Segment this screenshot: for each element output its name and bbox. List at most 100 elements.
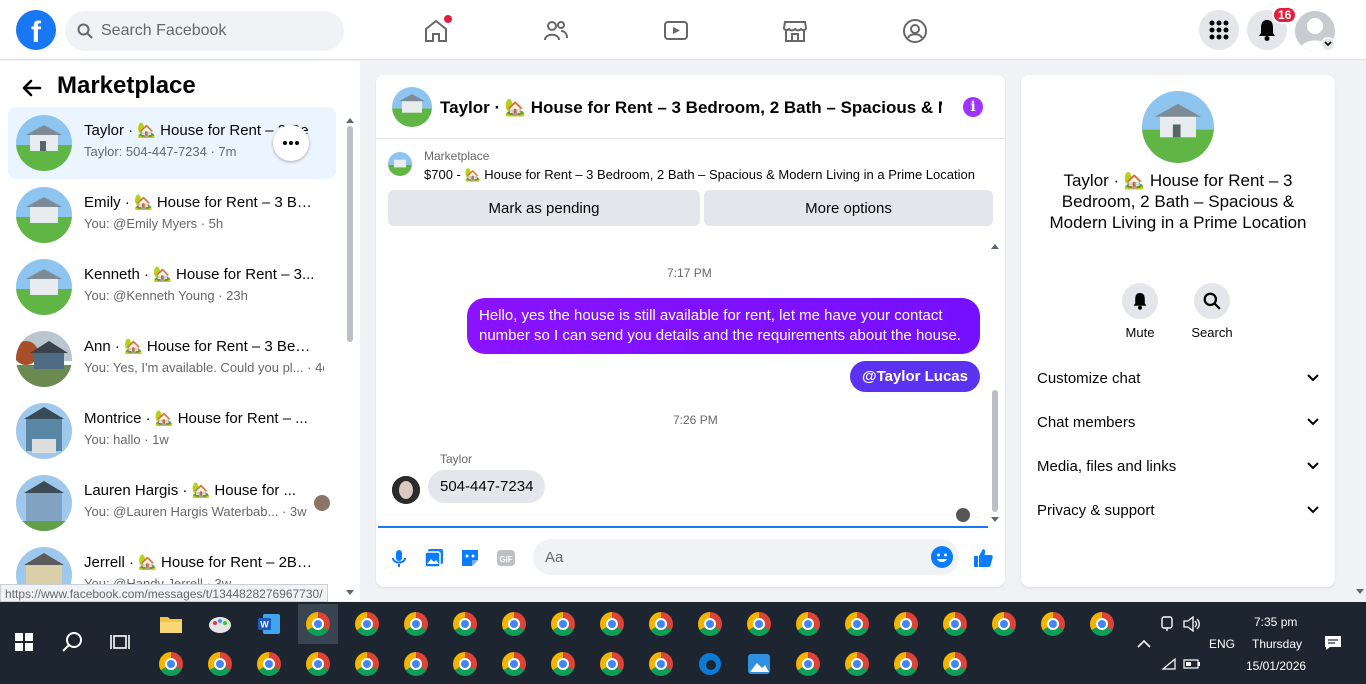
chat-title[interactable]: Taylor · 🏡 House for Rent – 3 Bedroom, 2… [440,98,942,118]
chrome-taskbar-icon[interactable] [347,604,387,644]
language-indicator[interactable]: ENG [1209,637,1235,651]
battery-icon[interactable] [1183,658,1201,670]
chrome-taskbar-icon[interactable] [837,644,877,684]
chrome-taskbar-icon[interactable] [641,644,681,684]
chrome-taskbar-icon[interactable] [1082,604,1122,644]
listing-thumbnail[interactable] [388,152,412,176]
chrome-taskbar-icon[interactable] [984,604,1024,644]
chrome-taskbar-icon[interactable] [543,644,583,684]
more-options-button[interactable]: More options [704,190,993,226]
groups-icon[interactable] [902,18,928,44]
search-box[interactable] [65,11,344,51]
message-scrollbar[interactable] [988,240,1002,522]
edge-taskbar-icon[interactable] [690,644,730,684]
info-icon[interactable]: i [963,97,983,117]
chrome-taskbar-icon[interactable] [396,604,436,644]
chrome-taskbar-icon[interactable] [788,604,828,644]
chevron-up-icon[interactable] [1137,638,1151,648]
chrome-taskbar-icon[interactable] [445,604,485,644]
mute-button[interactable]: Mute [1110,283,1170,340]
chrome-taskbar-icon[interactable] [690,604,730,644]
photos-taskbar-icon[interactable] [739,644,779,684]
scrollbar-thumb[interactable] [347,126,353,342]
conversation-options-button[interactable] [273,125,309,161]
chrome-taskbar-icon[interactable] [151,644,191,684]
search-input[interactable] [101,22,321,40]
listing-description[interactable]: $700 - 🏡 House for Rent – 3 Bedroom, 2 B… [424,167,975,183]
paint-taskbar-icon[interactable] [200,604,240,644]
sticker-icon[interactable] [459,547,481,569]
chrome-taskbar-icon[interactable] [1033,604,1073,644]
media-files-links-row[interactable]: Media, files and links [1029,444,1327,488]
conversation-item-emily[interactable]: Emily · 🏡 House for Rent – 3 Be... You: … [8,179,336,251]
conversation-item-montrice[interactable]: Montrice · 🏡 House for Rent – ... You: h… [8,395,336,467]
conversation-item-taylor[interactable]: Taylor · 🏡 House for Rent – 3 Be Taylor:… [8,107,336,179]
clock-time[interactable]: 7:35 pm [1254,615,1297,629]
facebook-logo[interactable]: f [16,10,56,50]
conversation-item-ann[interactable]: Ann · 🏡 House for Rent – 3 Bed... You: Y… [8,323,336,395]
chrome-taskbar-icon[interactable] [886,644,926,684]
chrome-taskbar-icon[interactable] [935,604,975,644]
customize-chat-row[interactable]: Customize chat [1029,356,1327,400]
gif-icon[interactable]: GIF [495,547,517,569]
contact-avatar[interactable] [1142,91,1214,163]
menu-button[interactable] [1199,10,1239,50]
chrome-taskbar-icon[interactable] [298,644,338,684]
scroll-down-icon[interactable] [1354,588,1366,596]
scroll-down-icon[interactable] [344,589,356,597]
thumbs-up-icon[interactable] [972,547,994,569]
search-in-chat-button[interactable]: Search [1182,283,1242,340]
message-input[interactable] [545,548,905,566]
chrome-taskbar-icon[interactable] [592,644,632,684]
chrome-taskbar-icon[interactable] [788,644,828,684]
chrome-taskbar-icon[interactable] [543,604,583,644]
chrome-taskbar-icon-active[interactable] [298,604,338,644]
conversation-item-lauren[interactable]: Lauren Hargis · 🏡 House for ... You: @La… [8,467,336,539]
chrome-taskbar-icon[interactable] [837,604,877,644]
conversation-item-kenneth[interactable]: Kenneth · 🏡 House for Rent – 3... You: @… [8,251,336,323]
volume-icon[interactable] [1183,616,1201,632]
chat-members-row[interactable]: Chat members [1029,400,1327,444]
friends-icon[interactable] [543,18,569,44]
account-caret[interactable] [1321,37,1335,51]
action-center-icon[interactable] [1324,635,1342,651]
message-input-box[interactable] [533,539,959,575]
start-button[interactable] [4,622,44,662]
clock-date[interactable]: 15/01/2026 [1246,659,1306,673]
device-icon[interactable] [1160,616,1174,632]
chrome-taskbar-icon[interactable] [494,644,534,684]
task-view-button[interactable] [100,622,140,662]
clock-day[interactable]: Thursday [1252,637,1302,651]
chrome-taskbar-icon[interactable] [249,644,289,684]
photo-icon[interactable] [423,547,445,569]
chrome-taskbar-icon[interactable] [886,604,926,644]
page-scrollbar[interactable] [1354,60,1366,600]
marketplace-icon[interactable] [782,18,808,44]
chat-avatar[interactable] [392,87,432,127]
chrome-taskbar-icon[interactable] [739,604,779,644]
incoming-message[interactable]: 504-447-7234 [428,470,546,503]
file-explorer-taskbar-icon[interactable] [151,604,191,644]
chrome-taskbar-icon[interactable] [347,644,387,684]
chrome-taskbar-icon[interactable] [445,644,485,684]
watch-icon[interactable] [663,18,689,44]
taskbar-search-button[interactable] [52,622,92,662]
outgoing-mention-message[interactable]: @Taylor Lucas [849,361,980,392]
mark-as-pending-button[interactable]: Mark as pending [388,190,700,226]
chrome-taskbar-icon[interactable] [396,644,436,684]
scroll-up-icon[interactable] [344,116,356,124]
outgoing-message[interactable]: Hello, yes the house is still available … [467,298,980,354]
word-taskbar-icon[interactable]: W [249,604,289,644]
chrome-taskbar-icon[interactable] [494,604,534,644]
scrollbar-thumb[interactable] [992,390,998,512]
privacy-support-row[interactable]: Privacy & support [1029,488,1327,532]
back-arrow-icon[interactable] [22,79,42,97]
chrome-taskbar-icon[interactable] [641,604,681,644]
chrome-taskbar-icon[interactable] [935,644,975,684]
microphone-icon[interactable] [388,547,410,569]
scroll-down-icon[interactable] [988,516,1002,524]
sidebar-scrollbar[interactable] [344,116,356,596]
scroll-up-icon[interactable] [988,242,1002,250]
sender-avatar[interactable] [392,476,420,504]
chrome-taskbar-icon[interactable] [592,604,632,644]
